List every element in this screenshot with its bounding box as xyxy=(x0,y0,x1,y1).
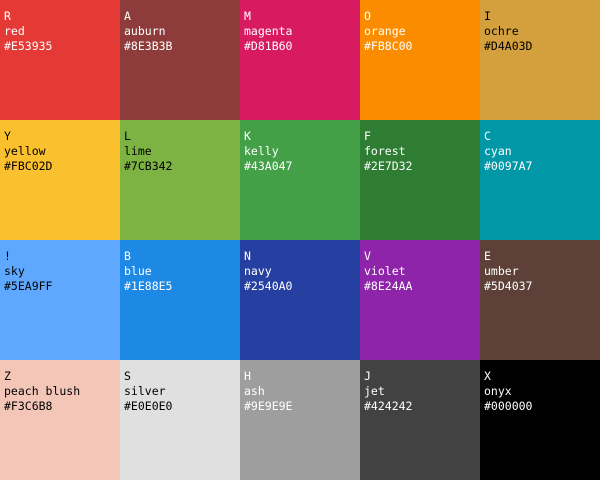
swatch-name: sky xyxy=(4,264,25,278)
swatch-key: Y xyxy=(4,129,11,143)
swatch-hex: #43A047 xyxy=(244,159,293,173)
swatch-hex: #E53935 xyxy=(4,39,53,53)
swatch-key: I xyxy=(484,9,491,23)
swatch-name: red xyxy=(4,24,25,38)
swatch-cyan[interactable]: C cyan #0097A7 xyxy=(480,120,600,240)
swatch-name: peach blush xyxy=(4,384,81,398)
swatch-key: N xyxy=(244,249,251,263)
swatch-key: F xyxy=(364,129,371,143)
swatch-name: kelly xyxy=(244,144,279,158)
swatch-hex: #D4A03D xyxy=(484,39,533,53)
swatch-violet[interactable]: V violet #8E24AA xyxy=(360,240,480,360)
swatch-yellow[interactable]: Y yellow #FBC02D xyxy=(0,120,120,240)
swatch-peach-blush[interactable]: Z peach blush #F3C6B8 xyxy=(0,360,120,480)
swatch-key: L xyxy=(124,129,131,143)
swatch-hex: #FBC02D xyxy=(4,159,53,173)
swatch-name: orange xyxy=(364,24,406,38)
swatch-key: K xyxy=(244,129,251,143)
swatch-name: forest xyxy=(364,144,406,158)
swatch-name: ash xyxy=(244,384,265,398)
swatch-hex: #9E9E9E xyxy=(244,399,293,413)
swatch-hex: #0097A7 xyxy=(484,159,533,173)
color-palette-grid: R red #E53935 A auburn #8E3B3B M magenta… xyxy=(0,0,600,480)
swatch-name: yellow xyxy=(4,144,46,158)
swatch-jet[interactable]: J jet #424242 xyxy=(360,360,480,480)
swatch-red[interactable]: R red #E53935 xyxy=(0,0,120,120)
swatch-orange[interactable]: O orange #FB8C00 xyxy=(360,0,480,120)
swatch-ash[interactable]: H ash #9E9E9E xyxy=(240,360,360,480)
swatch-hex: #F3C6B8 xyxy=(4,399,53,413)
swatch-hex: #000000 xyxy=(484,399,533,413)
swatch-hex: #FB8C00 xyxy=(364,39,413,53)
swatch-name: cyan xyxy=(484,144,512,158)
swatch-lime[interactable]: L lime #7CB342 xyxy=(120,120,240,240)
swatch-hex: #8E24AA xyxy=(364,279,413,293)
swatch-name: violet xyxy=(364,264,406,278)
swatch-key: Z xyxy=(4,369,11,383)
swatch-name: jet xyxy=(364,384,385,398)
swatch-sky[interactable]: ! sky #5EA9FF xyxy=(0,240,120,360)
swatch-name: umber xyxy=(484,264,519,278)
swatch-hex: #D81B60 xyxy=(244,39,293,53)
swatch-key: B xyxy=(124,249,131,263)
swatch-hex: #5EA9FF xyxy=(4,279,53,293)
swatch-kelly[interactable]: K kelly #43A047 xyxy=(240,120,360,240)
swatch-name: lime xyxy=(124,144,152,158)
swatch-key: A xyxy=(124,9,131,23)
swatch-name: silver xyxy=(124,384,166,398)
swatch-key: X xyxy=(484,369,491,383)
swatch-key: C xyxy=(484,129,491,143)
swatch-magenta[interactable]: M magenta #D81B60 xyxy=(240,0,360,120)
swatch-key: H xyxy=(244,369,251,383)
swatch-blue[interactable]: B blue #1E88E5 xyxy=(120,240,240,360)
swatch-forest[interactable]: F forest #2E7D32 xyxy=(360,120,480,240)
swatch-hex: #7CB342 xyxy=(124,159,173,173)
swatch-ochre[interactable]: I ochre #D4A03D xyxy=(480,0,600,120)
swatch-hex: #5D4037 xyxy=(484,279,533,293)
swatch-key: O xyxy=(364,9,371,23)
swatch-auburn[interactable]: A auburn #8E3B3B xyxy=(120,0,240,120)
swatch-hex: #8E3B3B xyxy=(124,39,173,53)
swatch-name: blue xyxy=(124,264,152,278)
swatch-key: ! xyxy=(4,249,11,263)
swatch-hex: #2E7D32 xyxy=(364,159,413,173)
swatch-name: magenta xyxy=(244,24,293,38)
swatch-hex: #1E88E5 xyxy=(124,279,173,293)
swatch-key: S xyxy=(124,369,131,383)
swatch-key: E xyxy=(484,249,491,263)
swatch-name: ochre xyxy=(484,24,519,38)
swatch-hex: #424242 xyxy=(364,399,413,413)
swatch-name: navy xyxy=(244,264,272,278)
swatch-silver[interactable]: S silver #E0E0E0 xyxy=(120,360,240,480)
swatch-name: onyx xyxy=(484,384,512,398)
swatch-key: J xyxy=(364,369,371,383)
swatch-onyx[interactable]: X onyx #000000 xyxy=(480,360,600,480)
swatch-umber[interactable]: E umber #5D4037 xyxy=(480,240,600,360)
swatch-hex: #E0E0E0 xyxy=(124,399,173,413)
swatch-name: auburn xyxy=(124,24,166,38)
swatch-hex: #2540A0 xyxy=(244,279,293,293)
swatch-navy[interactable]: N navy #2540A0 xyxy=(240,240,360,360)
swatch-key: M xyxy=(244,9,251,23)
swatch-key: R xyxy=(4,9,11,23)
swatch-key: V xyxy=(364,249,371,263)
